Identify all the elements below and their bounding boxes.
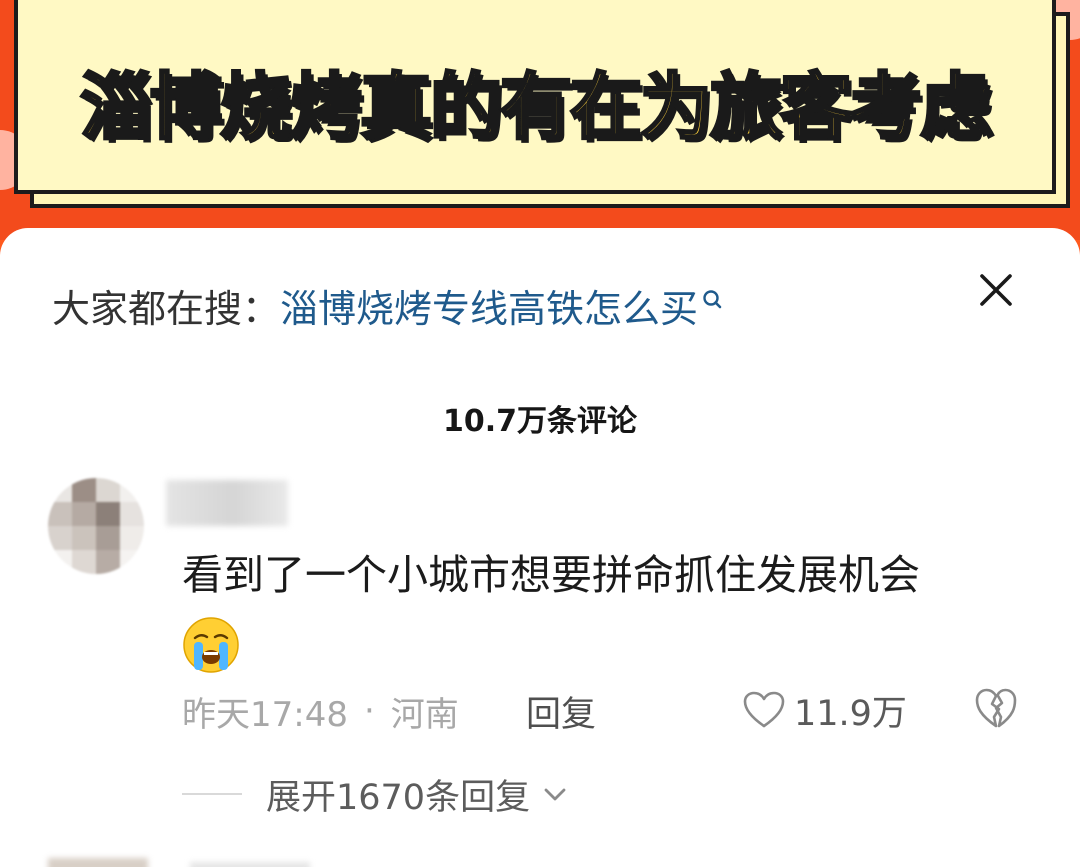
banner-card: 淄博烧烤真的有在为旅客考虑 — [14, 0, 1056, 194]
expand-divider-line — [182, 793, 242, 795]
avatar[interactable] — [48, 478, 144, 574]
banner-title: 淄博烧烤真的有在为旅客考虑 — [78, 64, 993, 151]
trending-search-link[interactable]: 淄博烧烤专线高铁怎么买 — [280, 278, 698, 333]
heart-icon — [743, 691, 785, 728]
comment-location: 河南 — [390, 694, 459, 735]
like-button[interactable]: 11.9万 — [742, 684, 907, 736]
close-icon[interactable] — [974, 268, 1018, 312]
expand-replies-button[interactable]: 展开1670条回复 — [182, 770, 570, 818]
next-comment-avatar-partial — [48, 858, 148, 867]
comment-count-title: 10.7万条评论 — [442, 404, 638, 439]
next-comment-username-partial — [190, 862, 310, 867]
dislike-button[interactable] — [972, 686, 1020, 734]
close-button[interactable] — [974, 268, 1018, 312]
like-count: 11.9万 — [794, 693, 907, 734]
reply-button[interactable]: 回复 — [526, 686, 596, 736]
username-redacted[interactable] — [166, 480, 288, 526]
top-banner: 淄博烧烤真的有在为旅客考虑 — [0, 0, 1080, 240]
comment-meta: 昨天17:48 · 河南 — [182, 686, 459, 736]
comment-time: 昨天17:48 — [182, 694, 348, 735]
broken-heart-icon — [975, 688, 1017, 728]
chevron-down-icon — [544, 788, 566, 801]
trending-search-prefix: 大家都在搜： — [52, 286, 281, 331]
trending-search-row: 大家都在搜： 淄博烧烤专线高铁怎么买 — [52, 278, 722, 333]
comment-text: 看到了一个小城市想要拼命抓住发展机会 — [182, 551, 920, 599]
search-icon[interactable] — [702, 280, 722, 310]
meta-separator: · — [363, 691, 375, 731]
expand-replies-label: 展开1670条回复 — [266, 777, 531, 818]
comment-sheet: 大家都在搜： 淄博烧烤专线高铁怎么买 10.7万条评论 看到了一个小城市想要拼命… — [0, 228, 1080, 867]
crying-face-icon — [182, 616, 240, 674]
